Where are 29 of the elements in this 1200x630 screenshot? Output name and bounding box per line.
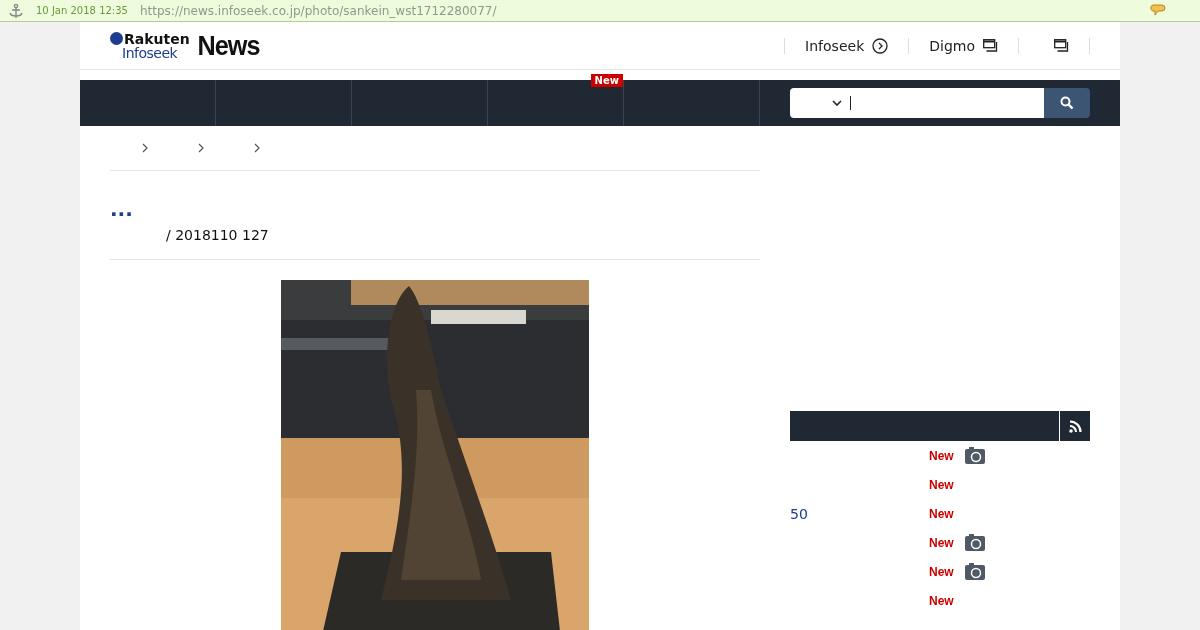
chevron-right-icon [254, 143, 260, 153]
new-label: New [929, 564, 955, 579]
article-meta: / 2018110 127 [166, 227, 270, 245]
new-label: New [929, 506, 955, 521]
camera-icon [965, 563, 985, 580]
camera-icon [965, 447, 985, 464]
capture-date: 10 Jan 2018 12:35 [36, 5, 128, 16]
page-url: https://news.infoseek.co.jp/photo/sankein_wst1712280077/ [139, 3, 497, 18]
new-label: New [929, 593, 955, 608]
new-badge: New [590, 74, 623, 87]
search-field[interactable] [790, 88, 1044, 118]
new-window-icon [1054, 39, 1069, 52]
anchor-icon [8, 2, 24, 19]
search-button[interactable] [1044, 88, 1090, 118]
search-icon [1060, 96, 1074, 110]
new-label: New [929, 448, 955, 463]
article-title: ... [110, 197, 134, 221]
new-label: New [929, 477, 955, 492]
chevron-right-icon [142, 143, 148, 153]
chevron-right-icon [198, 143, 204, 153]
rss-icon [1068, 419, 1082, 433]
new-window-icon [983, 39, 998, 52]
header-link[interactable] [1018, 37, 1090, 54]
chevron-down-icon [832, 100, 842, 106]
header-link[interactable]: Digmo [908, 37, 1018, 54]
header-link[interactable]: Infoseek [784, 37, 909, 54]
camera-icon [965, 534, 985, 551]
ranking-text: 50 [790, 505, 809, 522]
new-label: New [929, 535, 955, 550]
